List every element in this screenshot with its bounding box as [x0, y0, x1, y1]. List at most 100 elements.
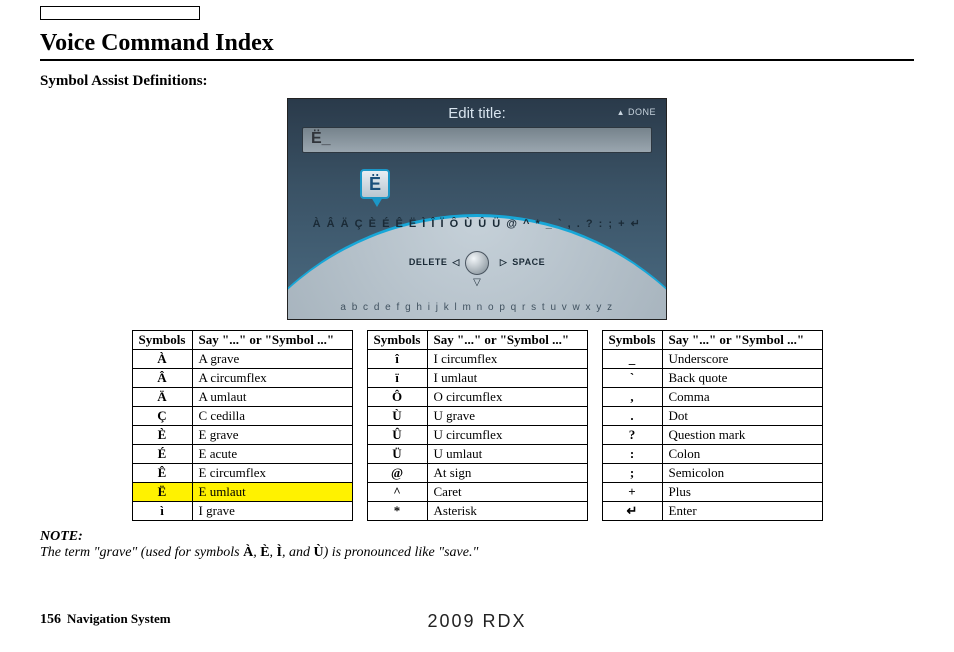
note-sym-1: À	[243, 545, 253, 560]
note-sym-4: Ù	[314, 545, 324, 560]
note-sym-2: È	[260, 545, 269, 560]
table-row: ÉE acute	[132, 445, 352, 464]
table-row: ÄA umlaut	[132, 388, 352, 407]
word-cell: Comma	[662, 388, 822, 407]
word-cell: Back quote	[662, 369, 822, 388]
table-row: ÔO circumflex	[367, 388, 587, 407]
symbol-cell: _	[602, 350, 662, 369]
word-cell: Dot	[662, 407, 822, 426]
word-cell: At sign	[427, 464, 587, 483]
word-cell: O circumflex	[427, 388, 587, 407]
table-header-row: Symbols Say "..." or "Symbol ..."	[367, 331, 587, 350]
title-input[interactable]: Ë_	[302, 127, 652, 153]
symbol-cell: :	[602, 445, 662, 464]
symbol-cell: ^	[367, 483, 427, 502]
table-row: ÜU umlaut	[367, 445, 587, 464]
symbol-table-3: Symbols Say "..." or "Symbol ..." _Under…	[602, 330, 823, 521]
symbol-cell: ↵	[602, 502, 662, 521]
table-row: @At sign	[367, 464, 587, 483]
space-label[interactable]: SPACE	[512, 257, 545, 267]
symbol-cell: Â	[132, 369, 192, 388]
word-cell: U umlaut	[427, 445, 587, 464]
word-cell: C cedilla	[192, 407, 352, 426]
done-button[interactable]: DONE	[617, 107, 656, 117]
note-text: The term "grave" (used for symbols À, È,…	[40, 545, 914, 561]
symbol-cell: ì	[132, 502, 192, 521]
col-header-say: Say "..." or "Symbol ..."	[662, 331, 822, 350]
symbol-table-1: Symbols Say "..." or "Symbol ..." ÀA gra…	[132, 330, 353, 521]
delete-label[interactable]: DELETE	[409, 257, 448, 267]
screen-title: Edit title:	[288, 105, 666, 122]
dial-knob[interactable]	[465, 251, 489, 275]
word-cell: A grave	[192, 350, 352, 369]
nav-screenshot-wrap: Edit title: DONE Ë_ Ë À Â Ä Ç È É Ê Ë Ì …	[40, 98, 914, 320]
word-cell: Question mark	[662, 426, 822, 445]
table-row: ÛU circumflex	[367, 426, 587, 445]
word-cell: E acute	[192, 445, 352, 464]
arc-letters[interactable]: À Â Ä Ç È É Ê Ë Ì Î Ï Ô Ù Û Ü @ ^ * _ ` …	[288, 217, 666, 230]
table-row: `Back quote	[602, 369, 822, 388]
table-row: *Asterisk	[367, 502, 587, 521]
note-pre: The term "grave" (used for symbols	[40, 545, 243, 560]
page-number: 156	[40, 612, 61, 628]
table-header-row: Symbols Say "..." or "Symbol ..."	[132, 331, 352, 350]
symbol-cell: Ü	[367, 445, 427, 464]
table-row: .Dot	[602, 407, 822, 426]
symbol-cell: *	[367, 502, 427, 521]
symbol-cell: `	[602, 369, 662, 388]
symbol-cell: È	[132, 426, 192, 445]
col-header-say: Say "..." or "Symbol ..."	[192, 331, 352, 350]
table-row: ?Question mark	[602, 426, 822, 445]
title-rule	[40, 59, 914, 61]
table-row: ÀA grave	[132, 350, 352, 369]
word-cell: E grave	[192, 426, 352, 445]
table-row: ÂA circumflex	[132, 369, 352, 388]
symbol-cell: Ë	[132, 483, 192, 502]
table-row: ;Semicolon	[602, 464, 822, 483]
nav-screen: Edit title: DONE Ë_ Ë À Â Ä Ç È É Ê Ë Ì …	[287, 98, 667, 320]
word-cell: I umlaut	[427, 369, 587, 388]
note-label: NOTE:	[40, 529, 914, 545]
down-arrow-icon[interactable]: ▽	[473, 277, 481, 288]
table-row: ËE umlaut	[132, 483, 352, 502]
word-cell: E circumflex	[192, 464, 352, 483]
word-cell: I circumflex	[427, 350, 587, 369]
table-row: îI circumflex	[367, 350, 587, 369]
symbol-table-wrap: Symbols Say "..." or "Symbol ..." ÀA gra…	[40, 330, 914, 521]
word-cell: A circumflex	[192, 369, 352, 388]
word-cell: U circumflex	[427, 426, 587, 445]
symbol-cell: +	[602, 483, 662, 502]
right-arrow-icon[interactable]: ▷	[500, 257, 507, 267]
word-cell: A umlaut	[192, 388, 352, 407]
left-arrow-icon[interactable]: ◁	[452, 257, 459, 267]
col-header-symbols: Symbols	[132, 331, 192, 350]
footer-model: 2009 RDX	[427, 611, 526, 632]
symbol-cell: Ù	[367, 407, 427, 426]
col-header-symbols: Symbols	[367, 331, 427, 350]
footer: 156 Navigation System 2009 RDX	[40, 611, 914, 628]
table-row: ↵Enter	[602, 502, 822, 521]
word-cell: Underscore	[662, 350, 822, 369]
bottom-letters[interactable]: a b c d e f g h i j k l m n o p q r s t …	[288, 302, 666, 313]
table-row: ïI umlaut	[367, 369, 587, 388]
header-box	[40, 6, 200, 20]
footer-system: Navigation System	[67, 611, 171, 627]
col-header-say: Say "..." or "Symbol ..."	[427, 331, 587, 350]
table-row: ÇC cedilla	[132, 407, 352, 426]
table-row: ÊE circumflex	[132, 464, 352, 483]
table-header-row: Symbols Say "..." or "Symbol ..."	[602, 331, 822, 350]
symbol-cell: ?	[602, 426, 662, 445]
symbol-cell: .	[602, 407, 662, 426]
symbol-cell: ,	[602, 388, 662, 407]
symbol-cell: Ç	[132, 407, 192, 426]
section-subhead: Symbol Assist Definitions:	[40, 73, 914, 90]
word-cell: E umlaut	[192, 483, 352, 502]
symbol-cell: Û	[367, 426, 427, 445]
word-cell: U grave	[427, 407, 587, 426]
symbol-cell: ï	[367, 369, 427, 388]
symbol-cell: É	[132, 445, 192, 464]
symbol-cell: Ê	[132, 464, 192, 483]
table-row: +Plus	[602, 483, 822, 502]
page-title: Voice Command Index	[40, 30, 914, 59]
word-cell: Caret	[427, 483, 587, 502]
